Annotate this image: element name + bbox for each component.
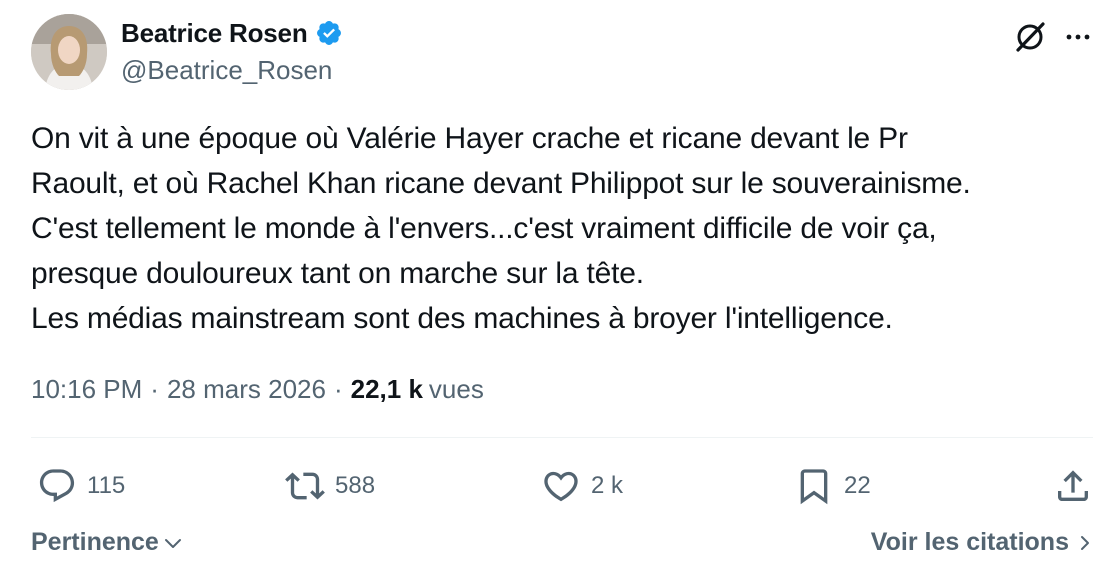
bookmark-icon <box>800 469 828 505</box>
verified-badge-icon <box>315 19 343 47</box>
repost-icon <box>285 472 325 500</box>
tweet-meta: 10:16 PM · 28 mars 2026 · 22,1 k vues <box>31 374 484 405</box>
view-quotes-link[interactable]: Voir les citations <box>871 528 1093 557</box>
avatar[interactable] <box>31 14 107 90</box>
replies-footer: Pertinence Voir les citations <box>31 528 1093 557</box>
sort-label: Pertinence <box>31 528 159 556</box>
repost-count: 588 <box>335 472 376 499</box>
sort-dropdown[interactable]: Pertinence <box>31 528 183 557</box>
tweet-text: On vit à une époque où Valérie Hayer cra… <box>31 116 1091 341</box>
tweet-line: On vit à une époque où Valérie Hayer cra… <box>31 122 908 155</box>
bookmark-count: 22 <box>844 472 871 499</box>
avatar-photo <box>31 14 107 90</box>
display-name[interactable]: Beatrice Rosen <box>121 18 308 49</box>
top-actions <box>1013 20 1093 54</box>
chevron-down-icon <box>164 538 181 548</box>
tweet-line: C'est tellement le monde à l'envers...c'… <box>31 212 937 245</box>
tweet-date[interactable]: 28 mars 2026 <box>167 374 326 405</box>
reply-button[interactable]: 115 <box>37 462 125 510</box>
grok-icon[interactable] <box>1013 20 1047 54</box>
author-block: Beatrice Rosen @Beatrice_Rosen <box>121 16 343 86</box>
share-icon <box>1058 470 1088 501</box>
meta-separator: · <box>150 374 159 404</box>
quotes-label: Voir les citations <box>870 528 1069 556</box>
views-label: vues <box>428 374 484 404</box>
meta-separator: · <box>333 374 343 404</box>
divider <box>31 437 1093 438</box>
views-count: 22,1 k <box>350 374 423 404</box>
repost-button[interactable]: 588 <box>285 462 375 510</box>
tweet-line: Les médias mainstream sont des machines … <box>31 302 893 335</box>
share-button[interactable] <box>1053 462 1093 510</box>
tweet-line: presque douloureux tant on marche sur la… <box>31 257 644 290</box>
like-button[interactable]: 2 k <box>541 462 623 510</box>
chevron-right-icon <box>1081 535 1089 550</box>
reply-icon <box>39 469 75 503</box>
action-bar: 115 588 2 k 22 <box>31 462 1093 510</box>
bookmark-button[interactable]: 22 <box>794 462 871 510</box>
reply-count: 115 <box>87 472 126 499</box>
user-handle[interactable]: @Beatrice_Rosen <box>121 55 343 86</box>
tweet-time[interactable]: 10:16 PM <box>31 374 142 405</box>
like-count: 2 k <box>591 472 624 499</box>
more-icon[interactable] <box>1063 22 1093 52</box>
heart-icon <box>544 471 578 502</box>
name-row: Beatrice Rosen <box>121 16 343 50</box>
tweet-line: Raoult, et où Rachel Khan ricane devant … <box>31 167 971 200</box>
